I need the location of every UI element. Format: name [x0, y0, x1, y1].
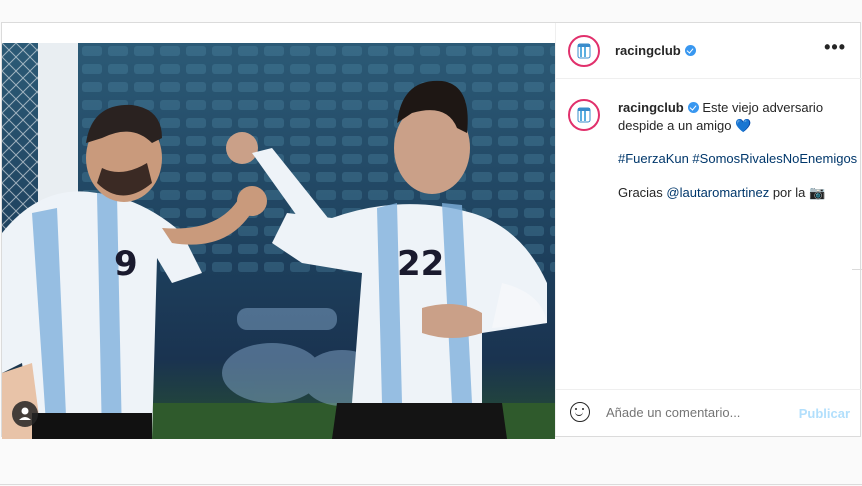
- post-sidebar: racingclub ••• racingclub Este viejo adv…: [555, 23, 862, 436]
- divider: [852, 269, 862, 270]
- jersey-number-22: 22: [397, 244, 444, 284]
- smiley-icon[interactable]: [570, 402, 590, 422]
- divider: [0, 484, 862, 485]
- comment-input[interactable]: [606, 405, 786, 420]
- post-photo[interactable]: 9 22: [2, 43, 555, 439]
- user-tag-icon[interactable]: [12, 401, 38, 427]
- jersey-number-9: 9: [114, 244, 138, 284]
- verified-badge-icon: [684, 45, 696, 56]
- mention-link[interactable]: @lautaromartinez: [666, 185, 769, 200]
- caption-hashtags[interactable]: #FuerzaKun #SomosRivalesNoEnemigos: [618, 151, 857, 166]
- caption-username[interactable]: racingclub: [618, 100, 684, 115]
- post-photo-image: 9 22: [2, 43, 555, 439]
- thanks-suffix: por la: [769, 185, 809, 200]
- post-header: racingclub •••: [556, 23, 862, 79]
- comment-bar: Publicar: [556, 389, 862, 436]
- post-caption: racingclub Este viejo adversario despide…: [618, 99, 854, 135]
- publish-button[interactable]: Publicar: [799, 406, 850, 421]
- caption-verified-icon: [687, 102, 699, 113]
- thanks-prefix: Gracias: [618, 185, 667, 200]
- instagram-embed-post: 9 22 racingclub ••• racingclub Este viej…: [1, 22, 862, 439]
- caption-thanks: Gracias @lautaromartinez por la 📷: [618, 185, 825, 201]
- blue-heart-emoji: 💙: [735, 118, 752, 133]
- ellipsis-icon[interactable]: •••: [824, 37, 846, 58]
- racing-club-crest-icon[interactable]: [568, 35, 600, 67]
- caption-avatar-icon[interactable]: [568, 99, 600, 131]
- username-text[interactable]: racingclub: [615, 43, 681, 58]
- camera-emoji: 📷: [808, 185, 826, 200]
- post-username[interactable]: racingclub: [615, 43, 696, 58]
